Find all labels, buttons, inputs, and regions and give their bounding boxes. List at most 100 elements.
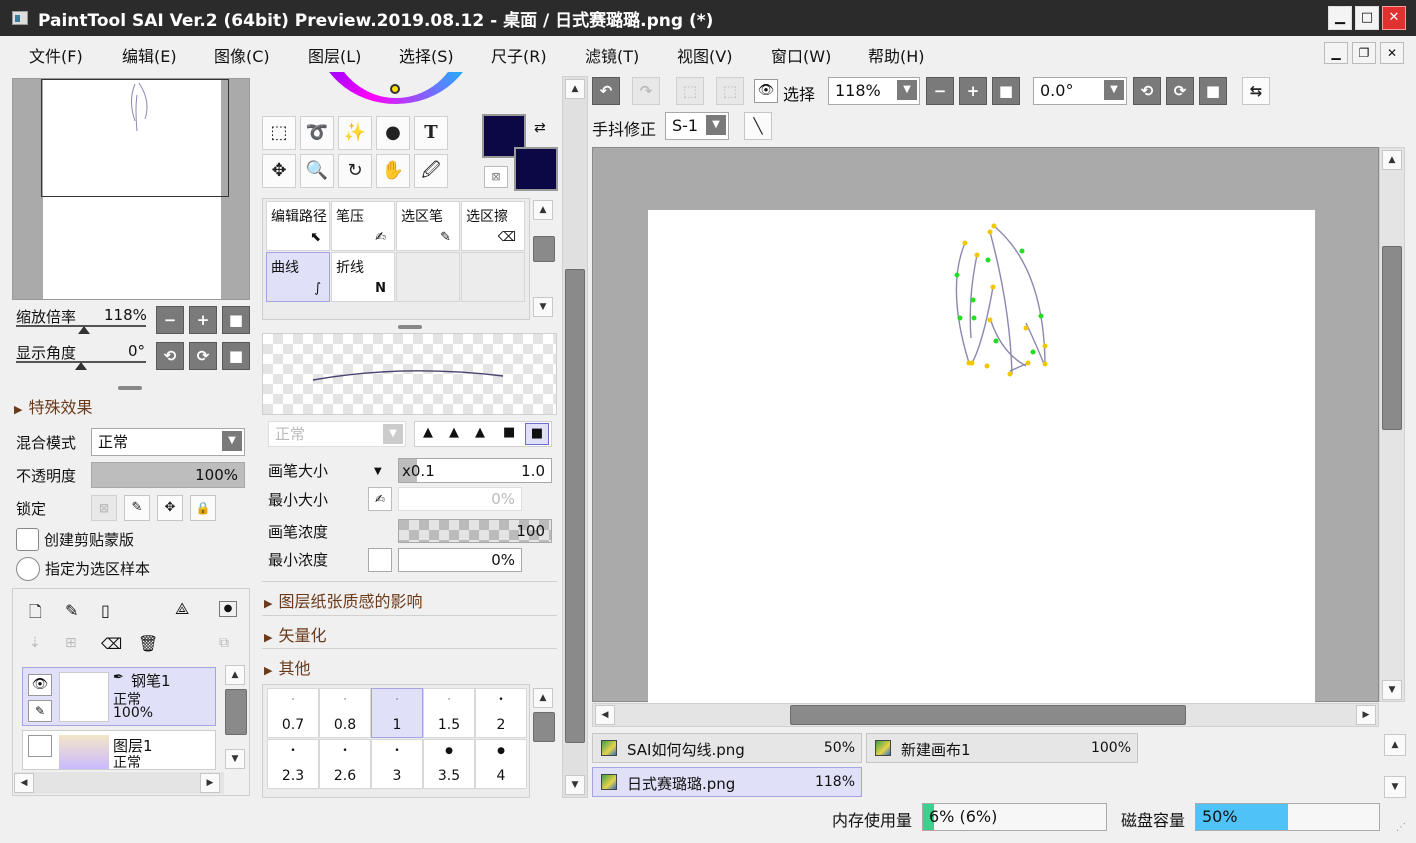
eyedropper-tool[interactable]: 🖉	[414, 154, 448, 188]
redo-button[interactable]: ↷	[632, 77, 660, 105]
doc-restore-button[interactable]: ❐	[1352, 42, 1376, 64]
clip-checkbox[interactable]	[16, 528, 39, 551]
flip-horizontal-button[interactable]: ⇆	[1242, 77, 1270, 105]
scroll-up-icon[interactable]: ▲	[1382, 150, 1402, 170]
toolbar-angle-select[interactable]: 0.0° ▼	[1033, 77, 1127, 105]
close-button[interactable]: ✕	[1382, 6, 1406, 30]
layer-effect-icon[interactable]: ⟁	[175, 599, 189, 619]
scroll-thumb[interactable]	[533, 236, 555, 262]
menu-ruler[interactable]: 尺子(R)	[491, 43, 547, 67]
deselect-button[interactable]: ⬚	[676, 77, 704, 105]
brush-edit-path[interactable]: 编辑路径 ⬉	[266, 201, 330, 251]
drawing-canvas[interactable]	[648, 210, 1315, 703]
bucket-tool[interactable]: ●	[376, 116, 410, 150]
brush-grid-scrollbar[interactable]: ▲ ▼	[531, 198, 557, 320]
effects-section[interactable]: ▶ 特殊效果	[14, 394, 92, 418]
doc-minimize-button[interactable]: ▁	[1324, 42, 1348, 64]
hand-tool[interactable]: ✋	[376, 154, 410, 188]
new-pen-layer-icon[interactable]: ✎	[65, 601, 78, 620]
layer-row[interactable]: 👁 ✎ ✒ 钢笔1 正常 100%	[22, 667, 216, 726]
visibility-toggle[interactable]	[28, 735, 52, 757]
lock-all-button[interactable]: 🔒	[190, 495, 216, 521]
min-density-slider[interactable]: 0%	[398, 548, 522, 572]
zoom-slider-thumb[interactable]	[78, 326, 90, 334]
scroll-thumb[interactable]	[533, 712, 555, 742]
document-tab[interactable]: 新建画布1 100%	[866, 733, 1138, 763]
layer-mask-icon[interactable]: ●	[219, 601, 237, 617]
merge-layer-icon[interactable]: ⊞	[65, 635, 77, 651]
tabs-scroll-up-icon[interactable]: ▲	[1384, 734, 1406, 756]
shape-wide-icon[interactable]: ■	[525, 423, 549, 445]
menu-layer[interactable]: 图层(L)	[308, 43, 361, 67]
minimize-button[interactable]: ▁	[1328, 6, 1352, 30]
brush-size-slider[interactable]: x0.1 1.0	[398, 458, 552, 483]
scroll-down-icon[interactable]: ▼	[1382, 680, 1402, 700]
canvas-hscrollbar[interactable]: ◀ ▶	[592, 703, 1379, 727]
scroll-down-icon[interactable]: ▼	[533, 297, 553, 317]
scroll-thumb[interactable]	[225, 689, 247, 735]
navigator-preview[interactable]	[12, 78, 250, 300]
menu-file[interactable]: 文件(F)	[29, 43, 83, 67]
magic-wand-tool[interactable]: ✨	[338, 116, 372, 150]
min-size-pressure-icon[interactable]: ✍	[368, 487, 392, 511]
shape-dome-icon[interactable]: ▲	[475, 425, 485, 440]
scroll-down-icon[interactable]: ▼	[565, 775, 585, 795]
scroll-left-icon[interactable]: ◀	[14, 773, 34, 793]
lasso-tool[interactable]: ➰	[300, 116, 334, 150]
brush-size-cell[interactable]: · 1	[371, 688, 423, 738]
new-layer-icon[interactable]: 🗋	[29, 601, 42, 628]
layers-scrollbar[interactable]: ▲ ▼	[224, 665, 248, 770]
scroll-right-icon[interactable]: ▶	[1356, 705, 1376, 725]
undo-button[interactable]: ↶	[592, 77, 620, 105]
sample-radio[interactable]	[16, 557, 40, 581]
scroll-up-icon[interactable]: ▲	[225, 665, 245, 685]
brush-selection-pen[interactable]: 选区笔 ✎	[396, 201, 460, 251]
brush-mode-select[interactable]: 正常 ▼	[268, 421, 406, 447]
rect-select-tool[interactable]: ⬚	[262, 116, 296, 150]
paper-texture-section[interactable]: ▶ 图层纸张质感的影响	[264, 588, 422, 612]
scroll-thumb[interactable]	[790, 705, 1186, 725]
layer-row[interactable]: 图层1 正常	[22, 730, 216, 770]
rotate-right-button[interactable]: ⟳	[189, 342, 217, 370]
stabilizer-select[interactable]: S-1 ▼	[665, 112, 729, 140]
scroll-right-icon[interactable]: ▶	[200, 773, 220, 793]
eye-icon[interactable]: 👁	[28, 674, 52, 696]
brush-size-cell[interactable]: ● 3.5	[423, 739, 475, 789]
show-selection-toggle[interactable]: 👁	[754, 79, 778, 103]
brush-size-cell[interactable]: ● 4	[475, 739, 527, 789]
document-tab[interactable]: 日式赛璐璐.png 118%	[592, 767, 862, 797]
clear-layer-icon[interactable]: ⌫	[101, 635, 122, 653]
menu-filter[interactable]: 滤镜(T)	[585, 43, 639, 67]
scroll-down-icon[interactable]: ▼	[225, 749, 245, 769]
brush-size-scrollbar[interactable]: ▲	[531, 684, 557, 798]
trash-icon[interactable]: 🗑	[138, 634, 158, 653]
menu-image[interactable]: 图像(C)	[214, 43, 270, 67]
scroll-up-icon[interactable]: ▲	[533, 688, 553, 708]
scroll-left-icon[interactable]: ◀	[595, 705, 615, 725]
panel-splitter[interactable]	[118, 386, 142, 390]
document-tab[interactable]: SAI如何勾线.png 50%	[592, 733, 862, 763]
blend-mode-select[interactable]: 正常 ▼	[91, 428, 245, 456]
vectorize-section[interactable]: ▶ 矢量化	[264, 622, 326, 646]
panel-splitter[interactable]	[398, 325, 422, 329]
rotate-left-button[interactable]: ⟲	[156, 342, 184, 370]
toolbar-zoom-reset-button[interactable]: ■	[992, 77, 1020, 105]
brush-size-cell[interactable]: • 3	[371, 739, 423, 789]
menu-select[interactable]: 选择(S)	[399, 43, 454, 67]
size-range-dropdown[interactable]: ▼	[374, 466, 382, 477]
angle-slider-thumb[interactable]	[75, 362, 87, 370]
scroll-up-icon[interactable]: ▲	[565, 79, 585, 99]
move-tool[interactable]: ✥	[262, 154, 296, 188]
brush-size-cell[interactable]: · 0.7	[267, 688, 319, 738]
maximize-button[interactable]: □	[1355, 6, 1379, 30]
density-slider[interactable]: 100	[398, 519, 552, 543]
mask-apply-icon[interactable]: ⧉	[219, 635, 229, 651]
brush-size-cell[interactable]: • 2	[475, 688, 527, 738]
scroll-thumb[interactable]	[565, 269, 585, 743]
zoom-reset-button[interactable]: ■	[222, 306, 250, 334]
canvas-vscrollbar[interactable]: ▲ ▼	[1379, 147, 1405, 702]
tabs-scroll-down-icon[interactable]: ▼	[1384, 776, 1406, 798]
tool-panel-scrollbar[interactable]: ▲ ▼	[562, 76, 588, 798]
swap-colors-icon[interactable]: ⇄	[534, 120, 546, 136]
toolbar-zoom-in-button[interactable]: +	[959, 77, 987, 105]
